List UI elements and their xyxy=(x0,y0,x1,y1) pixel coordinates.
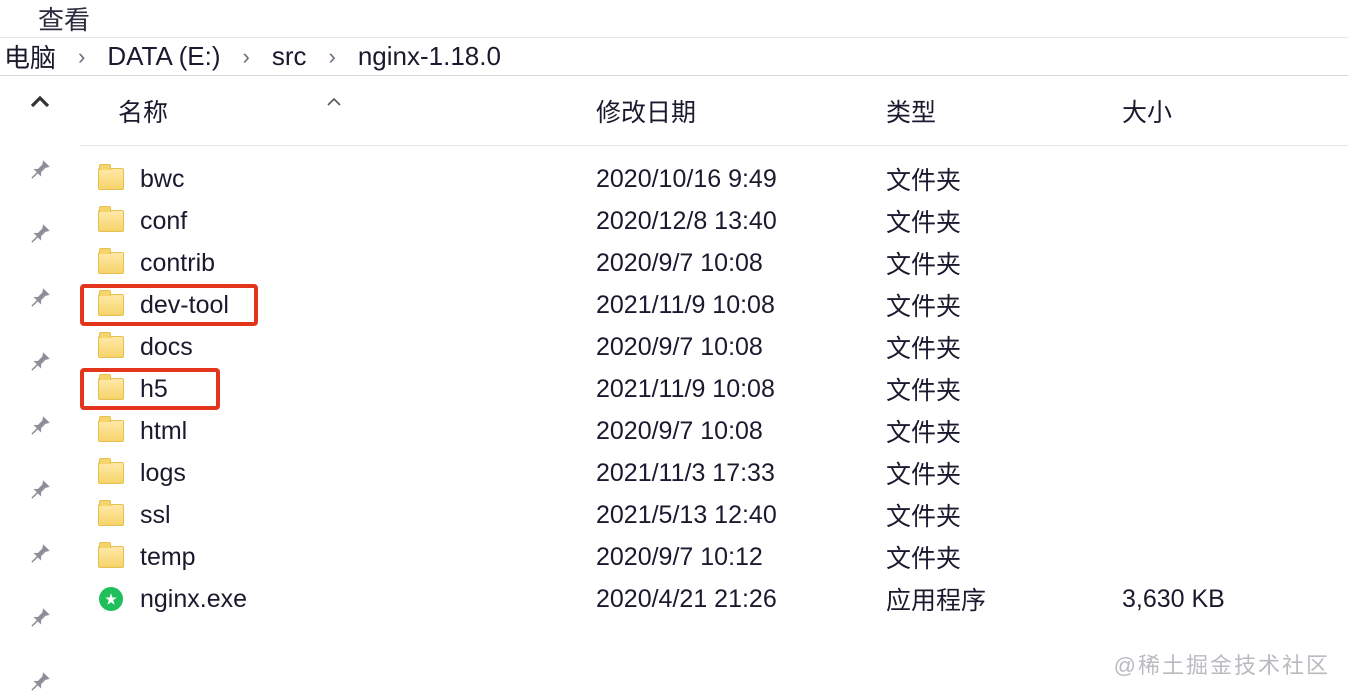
column-headers: 名称 修改日期 类型 大小 xyxy=(80,76,1348,146)
file-type: 文件夹 xyxy=(886,329,1122,365)
pin-icon[interactable] xyxy=(27,156,53,182)
menu-view[interactable]: 查看 xyxy=(38,0,90,37)
pin-icon[interactable] xyxy=(27,412,53,438)
folder-icon xyxy=(98,210,124,232)
col-size[interactable]: 大小 xyxy=(1122,93,1348,129)
file-date: 2020/9/7 10:08 xyxy=(596,333,886,362)
file-date: 2021/11/9 10:08 xyxy=(596,291,886,320)
pin-icon[interactable] xyxy=(27,284,53,310)
crumb-1[interactable]: DATA (E:) xyxy=(107,41,220,72)
file-rows: bwc2020/10/16 9:49文件夹conf2020/12/8 13:40… xyxy=(80,146,1348,694)
scroll-up-arrow[interactable] xyxy=(30,92,50,112)
file-row[interactable]: ssl 2021/5/13 12:40文件夹 xyxy=(80,494,1348,536)
folder-icon xyxy=(98,378,124,400)
file-date: 2020/12/8 13:40 xyxy=(596,207,886,236)
folder-icon xyxy=(98,420,124,442)
pin-icon[interactable] xyxy=(27,668,53,694)
file-type: 应用程序 xyxy=(886,581,1122,617)
file-row[interactable]: dev-tool 2021/11/9 10:08文件夹 xyxy=(80,284,1348,326)
file-name: html xyxy=(140,417,187,446)
file-name: bwc xyxy=(140,165,184,194)
quick-access-sidebar xyxy=(0,76,80,694)
col-name[interactable]: 名称 xyxy=(80,93,596,129)
file-date: 2020/9/7 10:12 xyxy=(596,543,886,572)
folder-icon xyxy=(98,252,124,274)
file-row[interactable]: docs 2020/9/7 10:08文件夹 xyxy=(80,326,1348,368)
pin-icon[interactable] xyxy=(27,348,53,374)
folder-icon xyxy=(98,462,124,484)
file-row[interactable]: bwc 2020/10/16 9:49文件夹 xyxy=(80,158,1348,200)
file-name: nginx.exe xyxy=(140,585,247,614)
file-date: 2020/9/7 10:08 xyxy=(596,417,886,446)
file-name: dev-tool xyxy=(140,291,229,320)
menu-bar: 查看 xyxy=(0,0,1348,38)
breadcrumb: 电脑 › DATA (E:) › src › nginx-1.18.0 xyxy=(0,38,1348,76)
file-row[interactable]: conf 2020/12/8 13:40文件夹 xyxy=(80,200,1348,242)
file-name: logs xyxy=(140,459,186,488)
file-date: 2020/10/16 9:49 xyxy=(596,165,886,194)
crumb-3[interactable]: nginx-1.18.0 xyxy=(358,41,501,72)
file-size: 3,630 KB xyxy=(1122,585,1348,614)
main-area: 名称 修改日期 类型 大小 bwc2020/10/16 9:49文件夹conf2… xyxy=(0,76,1348,694)
chevron-right-icon: › xyxy=(329,44,336,70)
file-date: 2021/11/9 10:08 xyxy=(596,375,886,404)
watermark: @稀土掘金技术社区 xyxy=(1114,648,1330,680)
file-type: 文件夹 xyxy=(886,203,1122,239)
file-name: h5 xyxy=(140,375,168,404)
file-type: 文件夹 xyxy=(886,245,1122,281)
pin-icon[interactable] xyxy=(27,476,53,502)
file-name: docs xyxy=(140,333,193,362)
file-name: contrib xyxy=(140,249,215,278)
file-type: 文件夹 xyxy=(886,371,1122,407)
file-row[interactable]: temp 2020/9/7 10:12文件夹 xyxy=(80,536,1348,578)
chevron-right-icon: › xyxy=(78,44,85,70)
folder-icon xyxy=(98,336,124,358)
crumb-2[interactable]: src xyxy=(272,41,307,72)
file-row[interactable]: nginx.exe 2020/4/21 21:26应用程序3,630 KB xyxy=(80,578,1348,620)
file-date: 2020/4/21 21:26 xyxy=(596,585,886,614)
col-date[interactable]: 修改日期 xyxy=(596,93,886,129)
file-row[interactable]: contrib 2020/9/7 10:08文件夹 xyxy=(80,242,1348,284)
file-name: temp xyxy=(140,543,196,572)
file-date: 2021/11/3 17:33 xyxy=(596,459,886,488)
pin-icon[interactable] xyxy=(27,540,53,566)
file-row[interactable]: h5 2021/11/9 10:08文件夹 xyxy=(80,368,1348,410)
folder-icon xyxy=(98,546,124,568)
file-type: 文件夹 xyxy=(886,287,1122,323)
col-type[interactable]: 类型 xyxy=(886,93,1122,129)
file-date: 2020/9/7 10:08 xyxy=(596,249,886,278)
file-row[interactable]: logs 2021/11/3 17:33文件夹 xyxy=(80,452,1348,494)
sort-ascending-icon xyxy=(326,91,342,112)
file-type: 文件夹 xyxy=(886,497,1122,533)
file-name: conf xyxy=(140,207,187,236)
crumb-0[interactable]: 电脑 xyxy=(4,38,56,75)
file-name: ssl xyxy=(140,501,171,530)
file-type: 文件夹 xyxy=(886,413,1122,449)
col-name-label: 名称 xyxy=(118,99,168,127)
file-type: 文件夹 xyxy=(886,539,1122,575)
file-type: 文件夹 xyxy=(886,161,1122,197)
folder-icon xyxy=(98,294,124,316)
folder-icon xyxy=(98,504,124,526)
chevron-right-icon: › xyxy=(243,44,250,70)
pin-icon[interactable] xyxy=(27,604,53,630)
file-list: 名称 修改日期 类型 大小 bwc2020/10/16 9:49文件夹conf2… xyxy=(80,76,1348,694)
application-icon xyxy=(99,587,123,611)
folder-icon xyxy=(98,168,124,190)
pin-icon[interactable] xyxy=(27,220,53,246)
file-row[interactable]: html 2020/9/7 10:08文件夹 xyxy=(80,410,1348,452)
file-date: 2021/5/13 12:40 xyxy=(596,501,886,530)
file-type: 文件夹 xyxy=(886,455,1122,491)
